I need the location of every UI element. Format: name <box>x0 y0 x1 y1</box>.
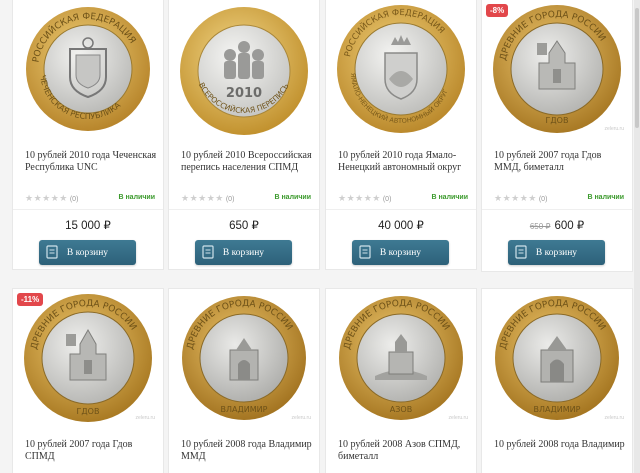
product-title[interactable]: 10 рублей 2008 Азов СПМД, биметалл <box>338 439 473 463</box>
product-title[interactable]: 10 рублей 2010 года Ямало-Ненецкий автон… <box>338 150 473 174</box>
coin-gdov-spmd-image: ДРЕВНИЕ ГОРОДА РОССИИ ГДОВ <box>24 294 152 422</box>
add-to-cart-label: В корзину <box>66 247 109 258</box>
product-image[interactable]: РОССИЙСКАЯ ФЕДЕРАЦИЯ ЯМАЛО-НЕНЕЦКИЙ АВТО… <box>326 0 476 138</box>
rating-stars[interactable]: ★★★★★ (0) <box>181 193 234 204</box>
product-price: 650 ₽ <box>229 220 259 232</box>
coin-gdov-image: ДРЕВНИЕ ГОРОДА РОССИИ ГДОВ <box>493 5 621 133</box>
svg-text:ВЛАДИМИР: ВЛАДИМИР <box>534 405 581 414</box>
coin-chechnya-image: РОССИЙСКАЯ ФЕДЕРАЦИЯ ЧЕЧЕНСКАЯ РЕСПУБЛИК… <box>26 7 150 131</box>
rating-stars[interactable]: ★★★★★ (0) <box>494 193 547 204</box>
rating-stars[interactable]: ★★★★★ (0) <box>338 193 391 204</box>
product-image[interactable]: ДРЕВНИЕ ГОРОДА РОССИИ ГДОВ <box>13 289 163 427</box>
product-card[interactable]: -8% ДРЕВНИЕ ГОРОДА РОССИИ ГДОВ zeleru.ru… <box>481 0 633 272</box>
product-card[interactable]: РОССИЙСКАЯ ФЕДЕРАЦИЯ ЯМАЛО-НЕНЕЦКИЙ АВТО… <box>325 0 477 270</box>
add-to-cart-label: В корзину <box>535 247 578 258</box>
product-card[interactable]: -11% ДРЕВНИЕ ГОРОДА РОССИИ ГДОВ zeleru.r… <box>12 288 164 473</box>
product-image[interactable]: ДРЕВНИЕ ГОРОДА РОССИИ ВЛАДИМИР <box>482 289 632 427</box>
watermark: zeleru.ru <box>604 126 624 132</box>
cart-icon <box>202 245 214 259</box>
svg-text:2010: 2010 <box>226 86 262 101</box>
coin-yamal-image: РОССИЙСКАЯ ФЕДЕРАЦИЯ ЯМАЛО-НЕНЕЦКИЙ АВТО… <box>337 5 465 133</box>
cart-icon <box>46 245 58 259</box>
svg-text:ГДОВ: ГДОВ <box>546 116 569 125</box>
watermark: zeleru.ru <box>604 415 624 421</box>
add-to-cart-button[interactable]: В корзину <box>508 240 605 265</box>
coin-vladimir-2-image: ДРЕВНИЕ ГОРОДА РОССИИ ВЛАДИМИР <box>495 296 619 420</box>
divider <box>326 209 476 210</box>
rating-stars[interactable]: ★★★★★ (0) <box>25 193 78 204</box>
add-to-cart-label: В корзину <box>222 247 265 258</box>
scrollbar-thumb[interactable] <box>635 8 639 128</box>
product-title[interactable]: 10 рублей 2008 года Владимир <box>494 439 629 451</box>
product-image[interactable]: ДРЕВНИЕ ГОРОДА РОССИИ АЗОВ <box>326 289 476 427</box>
old-price: 650 ₽ <box>529 222 551 231</box>
cart-icon <box>515 245 527 259</box>
product-price: 15 000 ₽ <box>65 220 111 232</box>
svg-text:ВЛАДИМИР: ВЛАДИМИР <box>221 405 268 414</box>
add-to-cart-button[interactable]: В корзину <box>39 240 136 265</box>
add-to-cart-label: В корзину <box>379 247 422 258</box>
product-title[interactable]: 10 рублей 2007 года Гдов ММД, биметалл <box>494 150 629 174</box>
product-image[interactable]: ДРЕВНИЕ ГОРОДА РОССИИ ГДОВ <box>482 0 632 138</box>
product-title[interactable]: 10 рублей 2007 года Гдов СПМД <box>25 439 160 463</box>
product-card[interactable]: ДРЕВНИЕ ГОРОДА РОССИИ ВЛАДИМИР zeleru.ru… <box>168 288 320 473</box>
product-image[interactable]: РОССИЙСКАЯ ФЕДЕРАЦИЯ ЧЕЧЕНСКАЯ РЕСПУБЛИК… <box>13 0 163 138</box>
add-to-cart-button[interactable]: В корзину <box>195 240 292 265</box>
product-image[interactable]: ВСЕРОССИЙСКАЯ ПЕРЕПИСЬ 2010 <box>169 0 319 138</box>
stock-status: В наличии <box>587 194 624 201</box>
divider <box>169 209 319 210</box>
discount-badge: -11% <box>17 293 44 306</box>
product-card[interactable]: ДРЕВНИЕ ГОРОДА РОССИИ ВЛАДИМИР zeleru.ru… <box>481 288 633 473</box>
svg-text:АЗОВ: АЗОВ <box>390 405 412 414</box>
stock-status: В наличии <box>431 194 468 201</box>
divider <box>13 209 163 210</box>
stock-status: В наличии <box>118 194 155 201</box>
watermark: zeleru.ru <box>291 415 311 421</box>
page-scrollbar[interactable] <box>634 0 640 473</box>
stock-status: В наличии <box>274 194 311 201</box>
product-card[interactable]: ДРЕВНИЕ ГОРОДА РОССИИ АЗОВ zeleru.ru 10 … <box>325 288 477 473</box>
product-image[interactable]: ДРЕВНИЕ ГОРОДА РОССИИ ВЛАДИМИР <box>169 289 319 427</box>
product-price: 650 ₽600 ₽ <box>529 220 585 232</box>
add-to-cart-button[interactable]: В корзину <box>352 240 449 265</box>
coin-azov-image: ДРЕВНИЕ ГОРОДА РОССИИ АЗОВ <box>339 296 463 420</box>
product-grid: РОССИЙСКАЯ ФЕДЕРАЦИЯ ЧЕЧЕНСКАЯ РЕСПУБЛИК… <box>0 0 640 473</box>
watermark: zeleru.ru <box>448 415 468 421</box>
product-price: 40 000 ₽ <box>378 220 424 232</box>
coin-census-image: ВСЕРОССИЙСКАЯ ПЕРЕПИСЬ 2010 <box>180 7 308 135</box>
product-card[interactable]: ВСЕРОССИЙСКАЯ ПЕРЕПИСЬ 2010 10 рублей 20… <box>168 0 320 270</box>
watermark: zeleru.ru <box>135 415 155 421</box>
product-title[interactable]: 10 рублей 2010 года Чеченская Республика… <box>25 150 160 174</box>
divider <box>482 209 632 210</box>
coin-vladimir-image: ДРЕВНИЕ ГОРОДА РОССИИ ВЛАДИМИР <box>182 296 306 420</box>
discount-badge: -8% <box>486 4 509 17</box>
cart-icon <box>359 245 371 259</box>
product-title[interactable]: 10 рублей 2008 года Владимир ММД <box>181 439 316 463</box>
svg-text:ГДОВ: ГДОВ <box>77 407 100 416</box>
product-title[interactable]: 10 рублей 2010 Всероссийская перепись на… <box>181 150 316 174</box>
product-card[interactable]: РОССИЙСКАЯ ФЕДЕРАЦИЯ ЧЕЧЕНСКАЯ РЕСПУБЛИК… <box>12 0 164 270</box>
